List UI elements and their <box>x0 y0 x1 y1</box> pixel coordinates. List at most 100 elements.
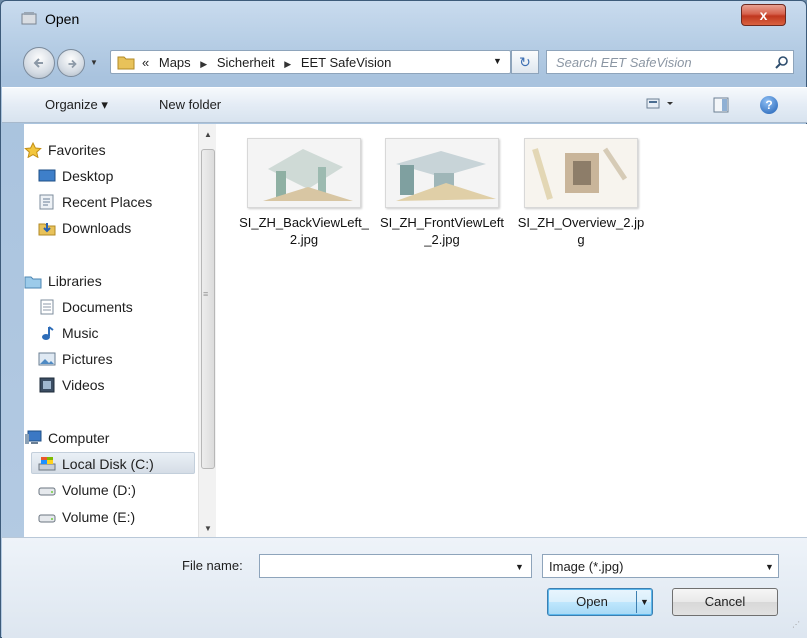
nav-recent-places[interactable]: Recent Places <box>38 191 198 213</box>
image-thumbnail <box>385 138 499 208</box>
chevron-right-icon[interactable]: ▶ <box>200 59 207 69</box>
forward-arrow-icon <box>68 59 77 69</box>
nav-label: Local Disk (C:) <box>62 456 154 472</box>
nav-label: Pictures <box>62 351 113 367</box>
nav-documents[interactable]: Documents <box>38 296 198 318</box>
nav-label: Libraries <box>48 273 102 289</box>
star-icon <box>24 142 42 158</box>
file-name-label: File name: <box>182 558 243 573</box>
file-type-value: Image (*.jpg) <box>549 559 624 574</box>
back-arrow-icon <box>33 58 43 68</box>
nav-favorites[interactable]: Favorites <box>24 139 194 161</box>
nav-videos[interactable]: Videos <box>38 374 198 396</box>
nav-label: Volume (D:) <box>62 482 136 498</box>
computer-icon <box>25 430 42 444</box>
local-disk-icon <box>38 457 56 471</box>
nav-music[interactable]: Music <box>38 322 198 344</box>
breadcrumb-sicherheit[interactable]: Sicherheit <box>217 55 275 70</box>
file-name-dropdown-icon[interactable]: ▼ <box>515 562 524 572</box>
nav-label: Recent Places <box>62 194 153 210</box>
organize-button[interactable]: Organize ▾ <box>45 97 108 113</box>
nav-label: Downloads <box>62 220 132 236</box>
file-item[interactable]: SI_ZH_Overview_2.jpg <box>516 138 646 248</box>
nav-pictures[interactable]: Pictures <box>38 348 198 370</box>
file-item[interactable]: SI_ZH_FrontViewLeft_2.jpg <box>377 138 507 248</box>
recent-pages-dropdown[interactable]: ▼ <box>90 58 98 67</box>
nav-desktop[interactable]: Desktop <box>38 165 198 187</box>
breadcrumb-overflow[interactable]: « <box>142 55 149 70</box>
nav-volume-d[interactable]: Volume (D:) <box>38 479 198 501</box>
scrollbar-thumb[interactable] <box>201 149 215 469</box>
nav-label: Volume (E:) <box>62 509 136 525</box>
libraries-icon <box>24 276 42 289</box>
cancel-button[interactable]: Cancel <box>672 588 778 616</box>
address-bar[interactable]: « Maps ▶ Sicherheit ▶ EET SafeVision ▼ <box>110 50 511 74</box>
file-name-input[interactable] <box>259 554 532 578</box>
preview-pane-icon <box>713 97 729 113</box>
nav-label: Favorites <box>48 142 106 158</box>
new-folder-button[interactable]: New folder <box>159 97 221 112</box>
nav-label: Videos <box>62 377 105 393</box>
back-button[interactable] <box>23 47 55 79</box>
preview-pane-button[interactable] <box>713 97 729 116</box>
close-button[interactable]: x <box>741 4 786 26</box>
breadcrumb: « Maps ▶ Sicherheit ▶ EET SafeVision <box>142 55 397 70</box>
search-icon[interactable] <box>775 55 789 69</box>
image-thumbnail <box>247 138 361 208</box>
chevron-right-icon[interactable]: ▶ <box>284 59 291 69</box>
window-title: Open <box>45 11 80 27</box>
thumb-grip-icon: ≡ <box>203 289 209 299</box>
nav-scrollbar[interactable]: ▲ ≡ ▼ <box>198 124 216 537</box>
videos-icon <box>39 377 55 393</box>
open-button-label[interactable]: Open <box>548 589 636 615</box>
nav-label: Documents <box>62 299 133 315</box>
file-name: SI_ZH_FrontViewLeft_2.jpg <box>379 215 505 247</box>
dialog-icon <box>21 12 37 25</box>
address-dropdown-icon[interactable]: ▼ <box>493 56 502 66</box>
nav-volume-e[interactable]: Volume (E:) <box>38 506 198 528</box>
file-type-select[interactable]: Image (*.jpg) ▼ <box>542 554 779 578</box>
documents-icon <box>40 299 54 315</box>
scroll-up-icon[interactable]: ▲ <box>204 130 212 139</box>
refresh-icon: ↻ <box>519 54 531 70</box>
downloads-icon <box>38 223 56 236</box>
search-placeholder: Search EET SafeVision <box>556 55 692 70</box>
file-item[interactable]: SI_ZH_BackViewLeft_2.jpg <box>239 138 369 248</box>
scroll-down-icon[interactable]: ▼ <box>204 524 212 533</box>
refresh-button[interactable]: ↻ <box>511 50 539 74</box>
title-bar[interactable]: Open x <box>1 1 806 37</box>
open-button[interactable]: Open ▼ <box>547 588 653 616</box>
desktop-icon <box>38 169 56 182</box>
help-icon[interactable]: ? <box>760 96 778 114</box>
dialog-footer: File name: ▼ Image (*.jpg) ▼ Open ▼ Canc… <box>2 537 807 638</box>
forward-button[interactable] <box>57 49 85 77</box>
drive-icon <box>38 487 56 496</box>
folder-icon <box>117 56 135 70</box>
nav-label: Music <box>62 325 99 341</box>
music-icon <box>42 326 54 340</box>
file-name: SI_ZH_BackViewLeft_2.jpg <box>239 215 369 247</box>
split-divider <box>636 591 637 613</box>
navigation-pane: Favorites Desktop Recent Places Download… <box>24 124 218 537</box>
nav-downloads[interactable]: Downloads <box>38 217 198 239</box>
file-list: SI_ZH_BackViewLeft_2.jpg SI_ZH_FrontView… <box>217 124 807 537</box>
drive-icon <box>38 514 56 523</box>
change-view-button[interactable] <box>646 97 676 114</box>
nav-label: Computer <box>48 430 110 446</box>
recent-places-icon <box>39 194 54 210</box>
nav-computer[interactable]: Computer <box>24 427 194 449</box>
open-dialog: Open x ▼ « Maps ▶ Sicherheit ▶ EET SafeV… <box>0 0 807 638</box>
resize-grip-icon[interactable]: ⋰ <box>792 620 800 629</box>
chevron-down-icon[interactable]: ▼ <box>765 562 774 572</box>
pictures-icon <box>38 352 56 366</box>
nav-local-disk-c[interactable]: Local Disk (C:) <box>31 452 195 474</box>
file-name: SI_ZH_Overview_2.jpg <box>517 215 645 247</box>
nav-label: Desktop <box>62 168 114 184</box>
breadcrumb-maps[interactable]: Maps <box>159 55 191 70</box>
breadcrumb-eet-safevision[interactable]: EET SafeVision <box>301 55 392 70</box>
toolbar: Organize ▾ New folder ? <box>2 87 807 123</box>
open-options-dropdown-icon[interactable]: ▼ <box>640 589 649 615</box>
nav-libraries[interactable]: Libraries <box>24 270 194 292</box>
search-box[interactable]: Search EET SafeVision <box>546 50 794 74</box>
image-thumbnail <box>524 138 638 208</box>
